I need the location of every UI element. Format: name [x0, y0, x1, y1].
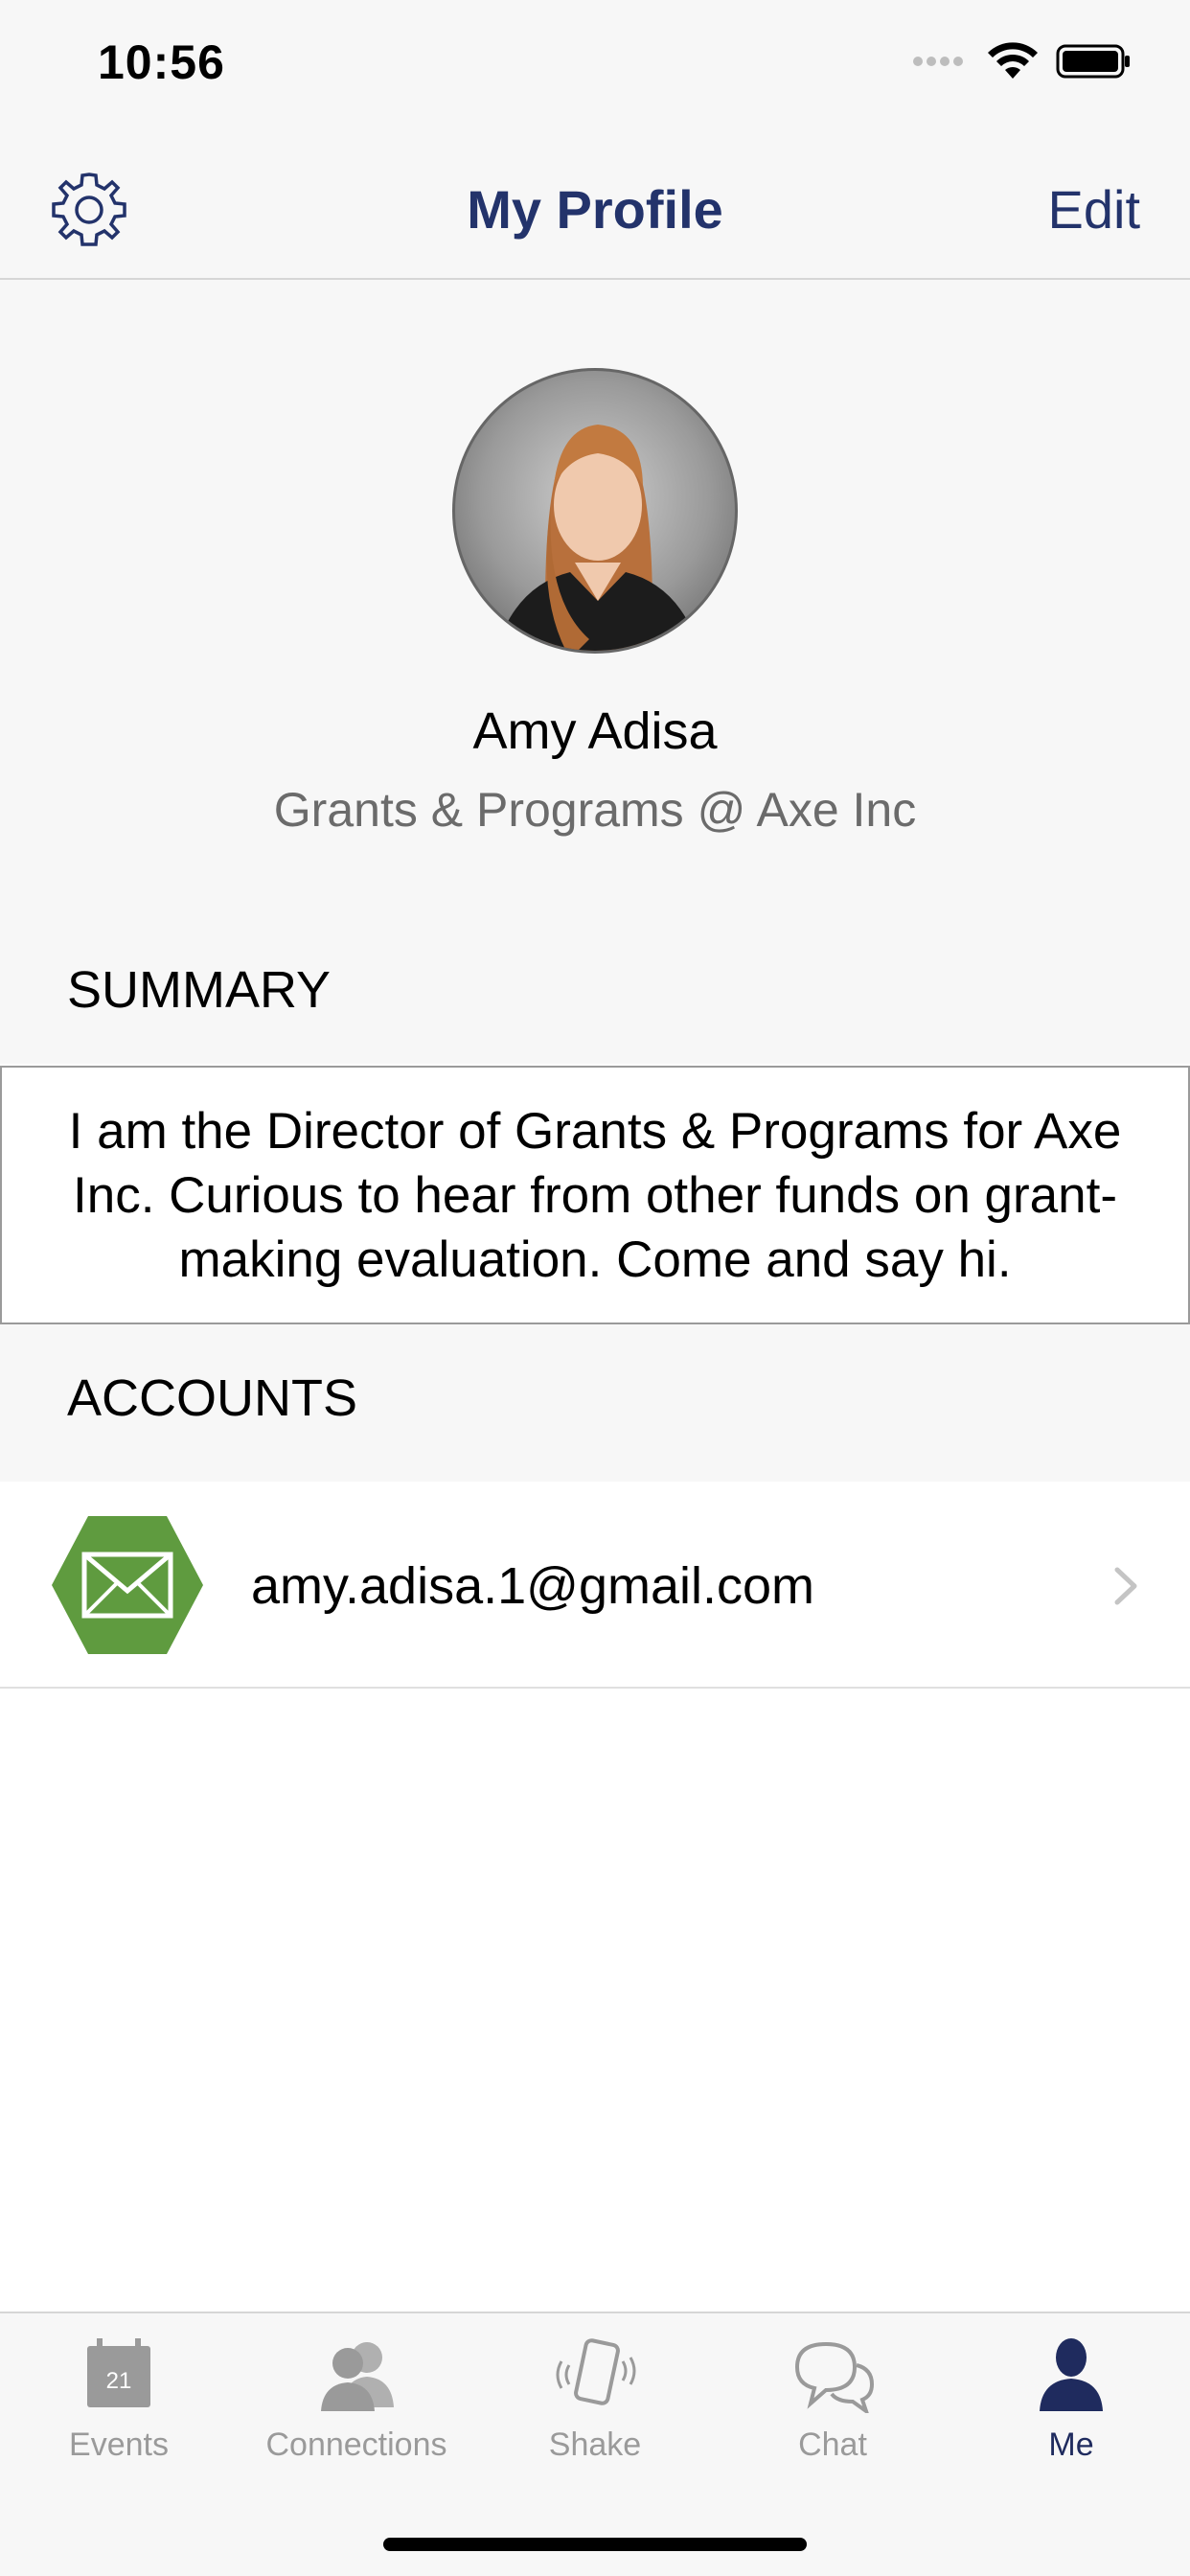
people-icon — [321, 2342, 394, 2411]
profile-header: Amy Adisa Grants & Programs @ Axe Inc — [0, 280, 1190, 916]
home-indicator[interactable] — [383, 2538, 807, 2551]
account-email: amy.adisa.1@gmail.com — [251, 1557, 815, 1615]
nav-bar: My Profile Edit — [0, 134, 1190, 280]
tab-me-label: Me — [1048, 2426, 1094, 2463]
summary-header-label: SUMMARY — [67, 961, 332, 1019]
summary-text: I am the Director of Grants & Programs f… — [68, 1102, 1122, 1288]
accounts-header: ACCOUNTS — [0, 1324, 1190, 1482]
edit-button[interactable]: Edit — [1048, 178, 1141, 241]
accounts-header-label: ACCOUNTS — [67, 1369, 358, 1427]
tab-me[interactable]: Me — [952, 2336, 1190, 2490]
person-icon — [1040, 2338, 1103, 2411]
status-bar: 10:56 — [0, 0, 1190, 134]
tab-events-label: Events — [69, 2426, 169, 2463]
avatar-photo — [495, 425, 700, 651]
calendar-day: 21 — [106, 2368, 132, 2394]
tab-chat[interactable]: Chat — [714, 2336, 951, 2490]
calendar-icon: 21 — [87, 2338, 150, 2407]
battery-icon — [1056, 44, 1130, 79]
tab-chat-label: Chat — [798, 2426, 867, 2463]
status-icons — [912, 42, 1133, 80]
chat-icon — [794, 2341, 875, 2413]
tab-connections[interactable]: Connections — [238, 2336, 475, 2490]
summary-box: I am the Director of Grants & Programs f… — [0, 1066, 1190, 1324]
tab-events[interactable]: 21 Events — [0, 2336, 238, 2490]
status-time: 10:56 — [98, 35, 225, 89]
account-row[interactable]: amy.adisa.1@gmail.com — [0, 1482, 1190, 1689]
mail-icon — [52, 1516, 203, 1654]
tab-shake-label: Shake — [548, 2426, 642, 2463]
tab-bar: 21 Events Connections Shake Chat Me — [0, 2312, 1190, 2576]
profile-name: Amy Adisa — [472, 702, 718, 760]
wifi-icon — [988, 42, 1038, 79]
summary-header: SUMMARY — [0, 916, 1190, 1064]
signal-icon — [913, 57, 963, 66]
avatar[interactable] — [452, 368, 738, 654]
chevron-right-icon — [1114, 1567, 1137, 1605]
page-title: My Profile — [467, 179, 723, 240]
profile-role: Grants & Programs @ Axe Inc — [273, 783, 917, 837]
tab-shake[interactable]: Shake — [476, 2336, 714, 2490]
tab-connections-label: Connections — [265, 2426, 447, 2463]
shake-phone-icon — [556, 2338, 636, 2405]
